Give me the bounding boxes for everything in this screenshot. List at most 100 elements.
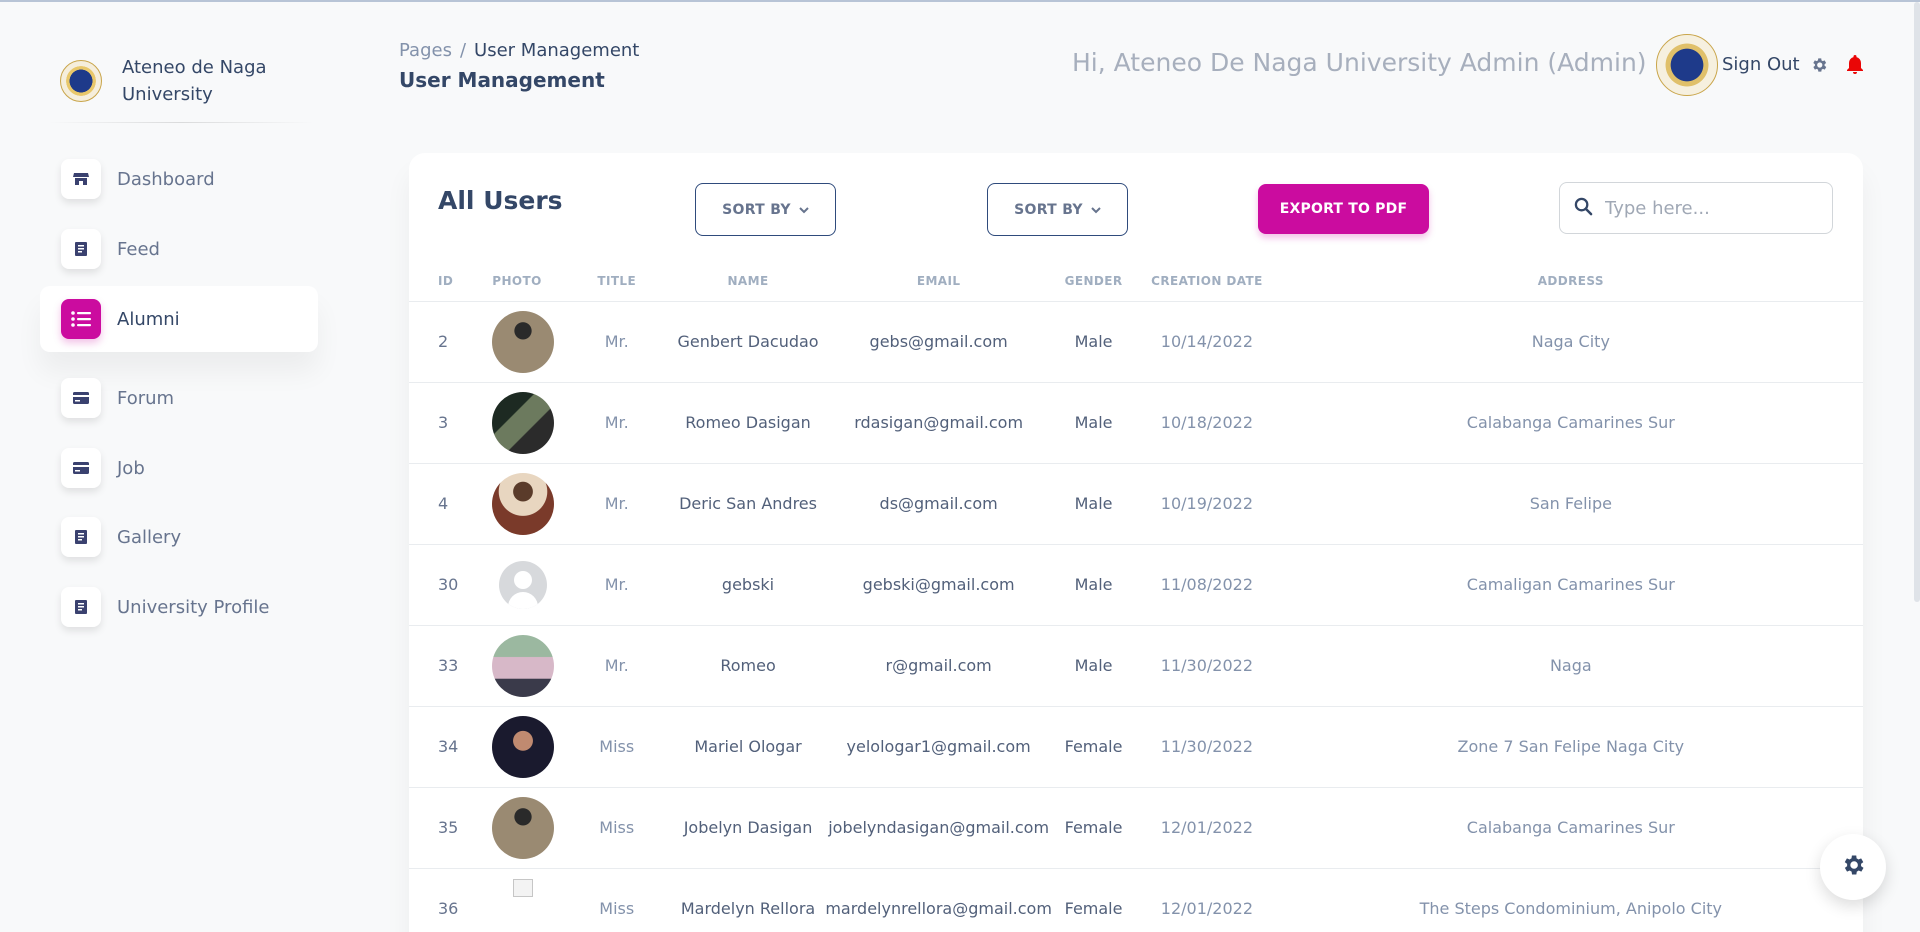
sort-by-button-1[interactable]: SORT BY — [695, 183, 836, 236]
cell-name: Romeo — [670, 625, 826, 707]
cell-address: The Steps Condominium, Anipolo City — [1278, 868, 1863, 932]
cell-email: mardelynrellora@gmail.com — [825, 868, 1052, 932]
cell-creation-date: 12/01/2022 — [1135, 787, 1279, 869]
sort-by-button-2[interactable]: SORT BY — [987, 183, 1128, 236]
cell-name: Mardelyn Rellora — [670, 868, 826, 932]
cell-email: gebski@gmail.com — [825, 544, 1052, 626]
table-row[interactable]: 36 Miss Mardelyn Rellora mardelynrellora… — [409, 868, 1863, 932]
column-header-creation-date[interactable]: CREATION DATE — [1135, 261, 1279, 302]
search-field[interactable] — [1559, 182, 1833, 234]
sign-out-link[interactable]: Sign Out — [1722, 54, 1800, 75]
credit-card-icon — [61, 378, 101, 418]
sidebar-item-label: University Profile — [117, 596, 270, 618]
cell-address: Zone 7 San Felipe Naga City — [1278, 706, 1863, 788]
column-header-photo[interactable]: PHOTO — [483, 261, 563, 302]
page-scrollbar[interactable] — [1914, 2, 1920, 602]
table-row[interactable]: 2 Mr. Genbert Dacudao gebs@gmail.com Mal… — [409, 301, 1863, 383]
cell-address: Camaligan Camarines Sur — [1278, 544, 1863, 626]
cell-photo — [483, 301, 563, 383]
configurator-button[interactable] — [1820, 834, 1886, 900]
cell-gender: Female — [1051, 868, 1136, 932]
cell-gender: Male — [1051, 382, 1136, 464]
search-icon — [1574, 197, 1593, 220]
column-header-address[interactable]: ADDRESS — [1278, 261, 1863, 302]
brand-name: Ateneo de Naga University — [122, 57, 267, 105]
breadcrumb-root[interactable]: Pages — [399, 40, 452, 61]
cell-photo — [483, 625, 563, 707]
cell-photo — [483, 706, 563, 788]
search-input[interactable] — [1605, 197, 1815, 219]
cell-address: Calabanga Camarines Sur — [1278, 787, 1863, 869]
cell-address: Calabanga Camarines Sur — [1278, 382, 1863, 464]
sidebar-item-label: Forum — [117, 387, 175, 409]
sign-out-label: Sign Out — [1722, 54, 1800, 75]
column-header-id[interactable]: ID — [409, 261, 484, 302]
cell-email: gebs@gmail.com — [825, 301, 1052, 383]
cell-id: 36 — [409, 868, 484, 932]
user-photo — [492, 472, 554, 535]
cell-name: Mariel Ologar — [670, 706, 826, 788]
breadcrumb: Pages / User Management — [399, 40, 639, 61]
cell-title: Mr. — [562, 301, 671, 383]
cell-photo — [483, 544, 563, 626]
table-row[interactable]: 35 Miss Jobelyn Dasigan jobelyndasigan@g… — [409, 787, 1863, 869]
cell-email: ds@gmail.com — [825, 463, 1052, 545]
cell-creation-date: 10/18/2022 — [1135, 382, 1279, 464]
user-photo — [492, 715, 554, 778]
sidebar-item-gallery[interactable]: Gallery — [40, 504, 318, 570]
cell-name: Deric San Andres — [670, 463, 826, 545]
column-header-name[interactable]: NAME — [670, 261, 826, 302]
sidebar-item-job[interactable]: Job — [40, 435, 318, 501]
sidebar-item-label: Feed — [117, 238, 160, 260]
cell-photo — [483, 787, 563, 869]
user-photo — [492, 310, 554, 373]
cell-photo — [483, 868, 563, 932]
sidebar-item-forum[interactable]: Forum — [40, 365, 318, 431]
default-avatar-icon — [499, 560, 547, 609]
sidebar: Ateneo de Naga University Dashboard Feed… — [40, 2, 320, 932]
sidebar-item-university-profile[interactable]: University Profile — [40, 574, 318, 640]
sidebar-item-alumni[interactable]: Alumni — [40, 286, 318, 352]
table-row[interactable]: 4 Mr. Deric San Andres ds@gmail.com Male… — [409, 463, 1863, 545]
cell-id: 2 — [409, 301, 484, 383]
cell-gender: Female — [1051, 706, 1136, 788]
cell-photo — [483, 463, 563, 545]
table-row[interactable]: 33 Mr. Romeo r@gmail.com Male 11/30/2022… — [409, 625, 1863, 707]
table-row[interactable]: 34 Miss Mariel Ologar yelologar1@gmail.c… — [409, 706, 1863, 788]
cell-address: Naga City — [1278, 301, 1863, 383]
cell-title: Mr. — [562, 625, 671, 707]
user-photo — [492, 391, 554, 454]
cell-title: Miss — [562, 706, 671, 788]
shop-icon — [61, 159, 101, 199]
breadcrumb-current: User Management — [474, 40, 640, 61]
sort-by-label: SORT BY — [1014, 201, 1083, 218]
column-header-gender[interactable]: GENDER — [1051, 261, 1136, 302]
cell-id: 35 — [409, 787, 484, 869]
gear-icon — [1840, 852, 1866, 882]
cell-photo — [483, 382, 563, 464]
user-avatar[interactable] — [1656, 34, 1718, 96]
export-to-pdf-button[interactable]: EXPORT TO PDF — [1258, 184, 1429, 234]
table-row[interactable]: 30 Mr. gebski gebski@gmail.com Male 11/0… — [409, 544, 1863, 626]
sort-by-label: SORT BY — [722, 201, 791, 218]
column-header-email[interactable]: EMAIL — [825, 261, 1052, 302]
list-icon — [61, 299, 101, 339]
cell-gender: Female — [1051, 787, 1136, 869]
cell-title: Mr. — [562, 463, 671, 545]
sidebar-item-dashboard[interactable]: Dashboard — [40, 146, 318, 212]
sidebar-item-feed[interactable]: Feed — [40, 216, 318, 282]
brand[interactable]: Ateneo de Naga University — [60, 54, 320, 108]
cell-title: Mr. — [562, 544, 671, 626]
table-row[interactable]: 3 Mr. Romeo Dasigan rdasigan@gmail.com M… — [409, 382, 1863, 464]
cell-email: yelologar1@gmail.com — [825, 706, 1052, 788]
sidebar-item-label: Gallery — [117, 526, 182, 548]
cell-title: Miss — [562, 787, 671, 869]
document-icon — [61, 587, 101, 627]
settings-gear-icon[interactable] — [1810, 56, 1828, 78]
document-icon — [61, 517, 101, 557]
cell-name: Romeo Dasigan — [670, 382, 826, 464]
cell-address: San Felipe — [1278, 463, 1863, 545]
sidebar-item-label: Dashboard — [117, 168, 215, 190]
column-header-title[interactable]: TITLE — [562, 261, 671, 302]
notification-bell-icon[interactable] — [1846, 55, 1864, 79]
